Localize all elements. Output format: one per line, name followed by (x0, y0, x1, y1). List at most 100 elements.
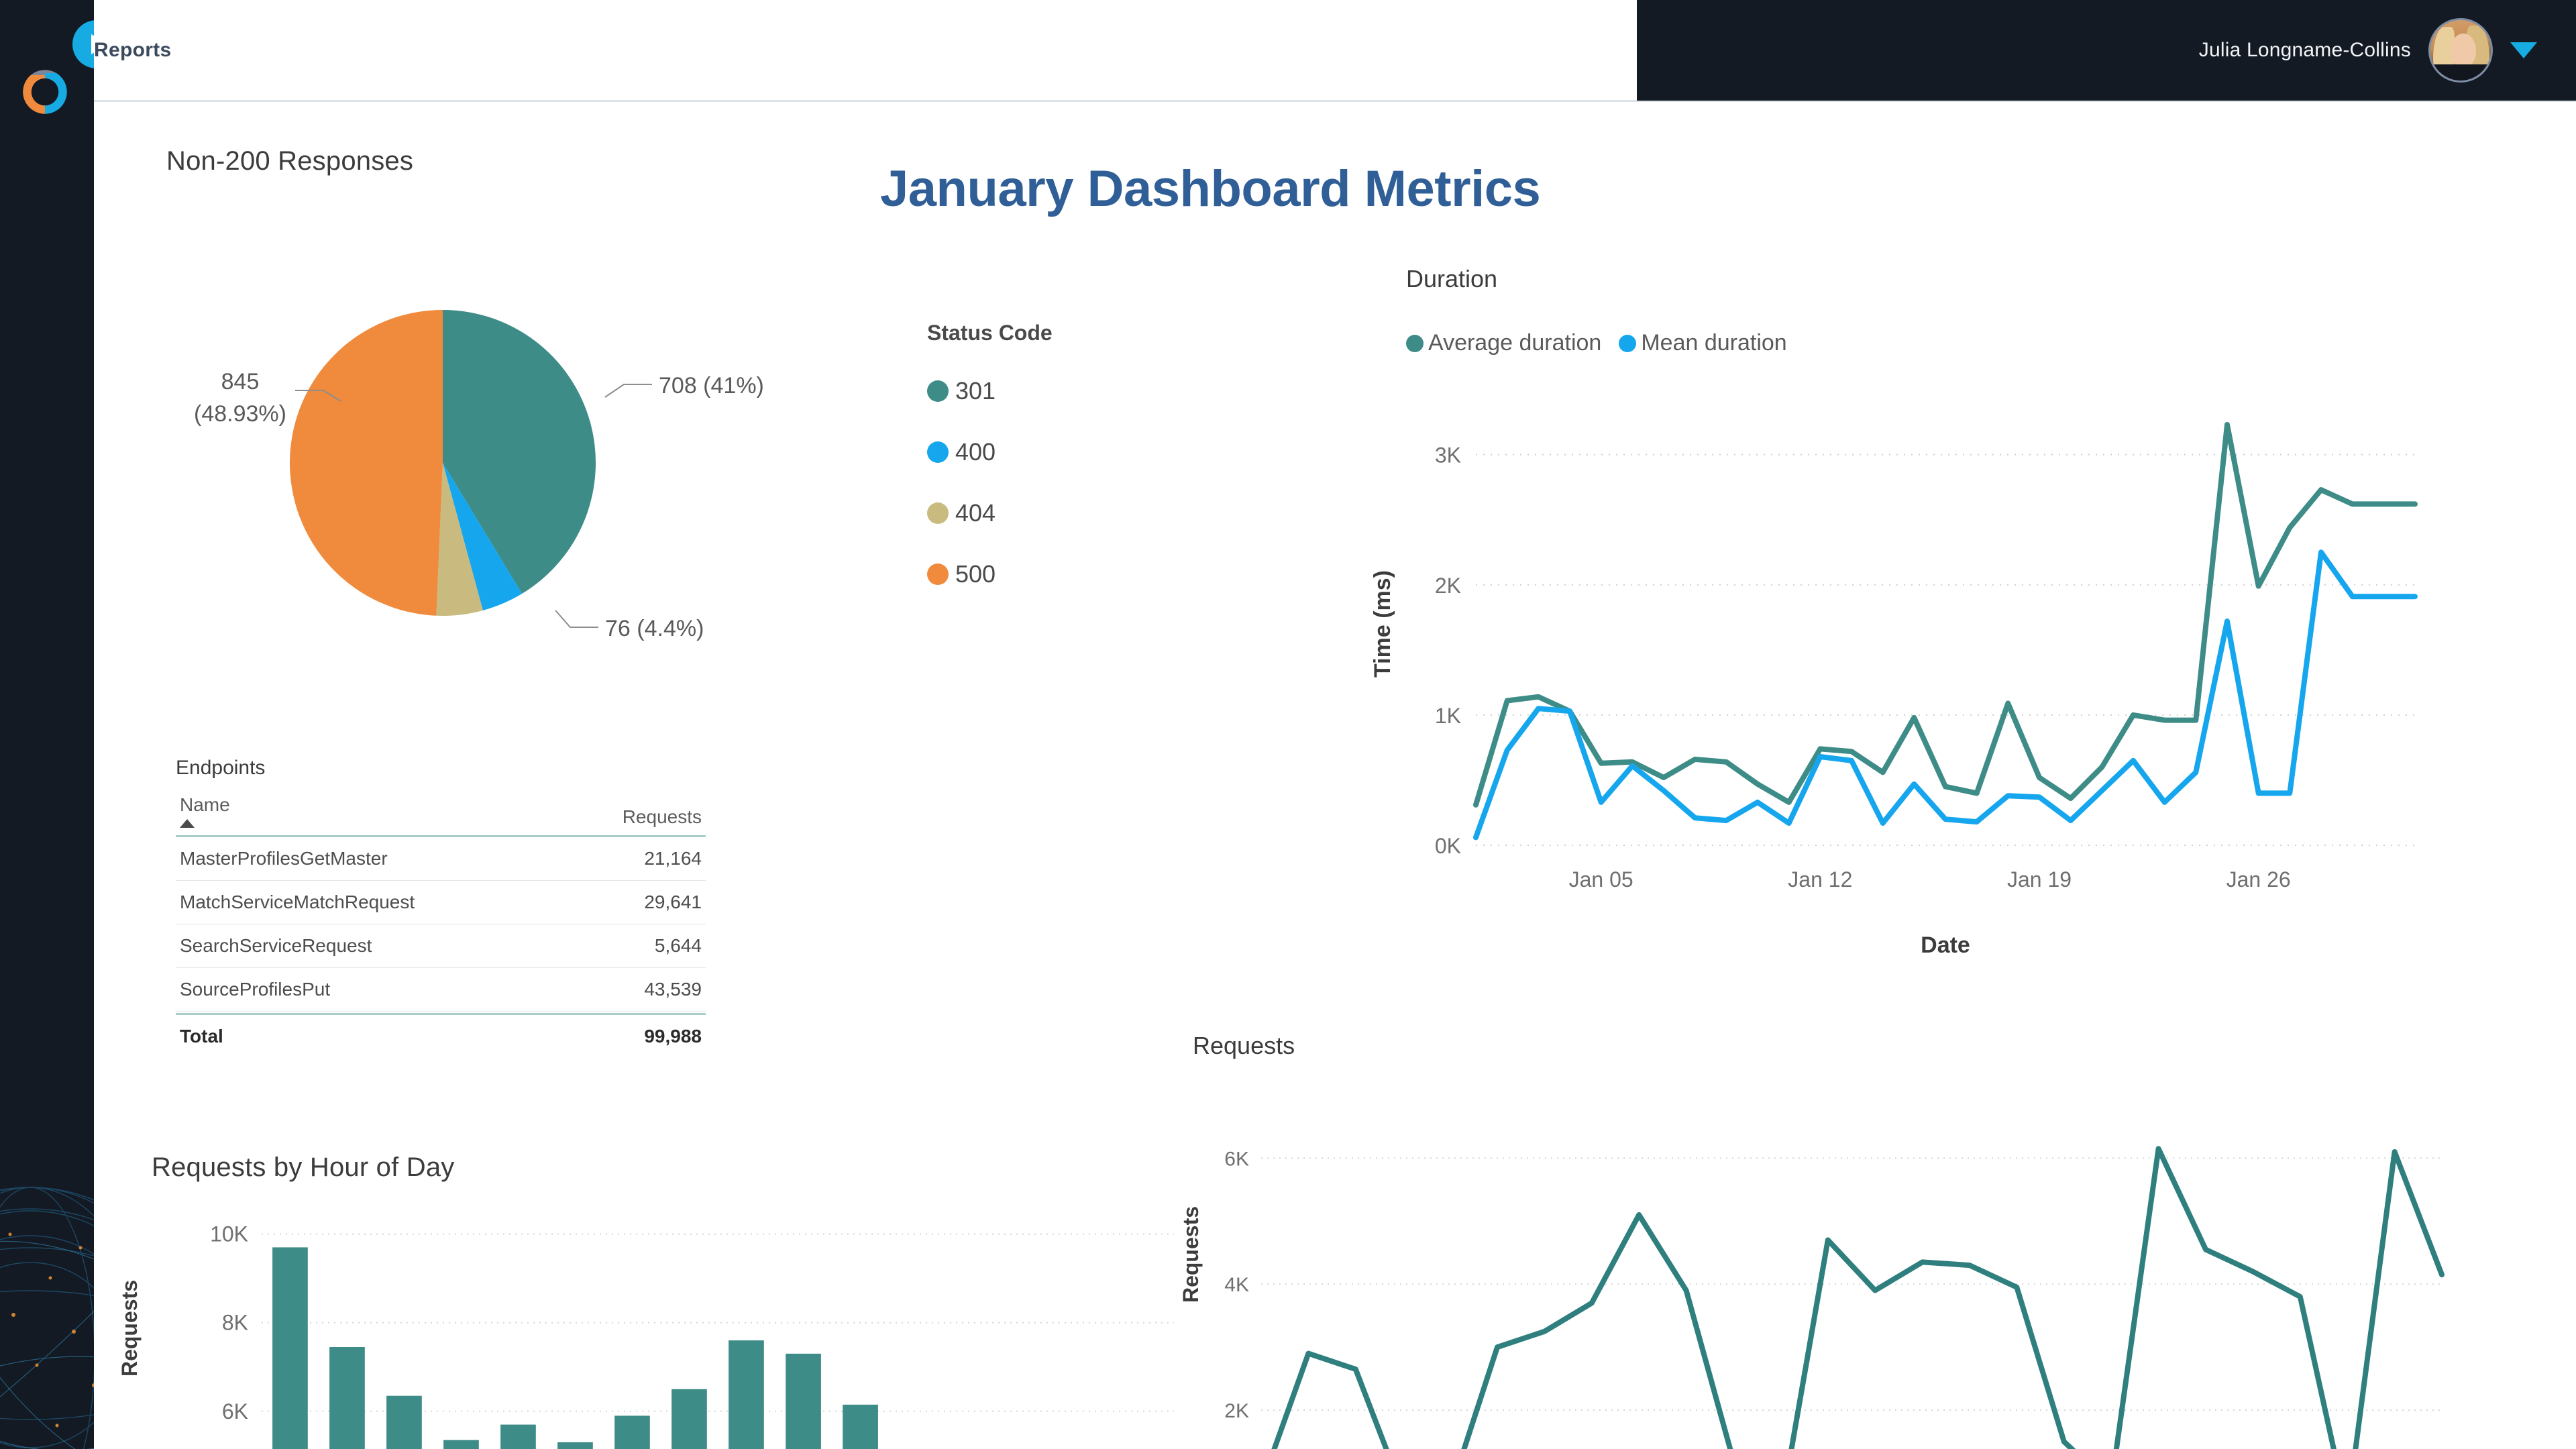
bar[interactable] (443, 1440, 479, 1449)
left-rail (0, 0, 94, 1449)
y-tick-label: 6K (222, 1399, 248, 1424)
y-tick-label: 10K (210, 1222, 248, 1246)
legend-label-400: 400 (955, 437, 996, 466)
legend-swatch-301 (927, 380, 949, 402)
duration-title: Duration (1406, 265, 1498, 292)
table-row[interactable]: SourceProfilesPut 43,539 (176, 967, 706, 1012)
bar[interactable] (729, 1340, 764, 1449)
column-header-name[interactable]: Name (176, 794, 566, 833)
bar[interactable] (672, 1389, 707, 1449)
total-value: 99,988 (644, 1025, 702, 1046)
endpoints-title: Endpoints (176, 757, 266, 779)
duration-svg: 0K 1K 2K 3K Jan 05 Jan 12 Jan 19 Jan 26 Date Time… (1370, 422, 2418, 958)
table-row[interactable]: MasterProfilesGetMaster 21,164 (176, 836, 706, 881)
bar[interactable] (843, 1404, 878, 1449)
pie-label-500-percent: (48.93%) (194, 401, 286, 427)
cell-endpoint-requests: 21,164 (565, 836, 706, 881)
cell-endpoint-name: MatchServiceMatchRequest (176, 880, 566, 924)
column-header-name-label: Name (180, 794, 230, 815)
cell-endpoint-name: SearchServiceRequest (176, 924, 566, 968)
y-tick-label: 2K (1435, 574, 1461, 598)
y-tick-label: 4K (1224, 1274, 1249, 1296)
endpoints-panel: Endpoints Name Requests MasterProfilesGe… (176, 757, 706, 1058)
total-label: Total (180, 1025, 223, 1046)
legend-item-301[interactable]: 301 (927, 360, 1053, 421)
pie-leader-400 (555, 610, 598, 628)
pie-slice-500[interactable] (290, 310, 443, 616)
y-tick-label: 0K (1435, 834, 1461, 858)
y-tick-label: 3K (1435, 443, 1461, 468)
column-header-requests[interactable]: Requests (566, 794, 706, 833)
series-line-requests[interactable] (1261, 1146, 2445, 1449)
requests-by-hour-title: Requests by Hour of Day (152, 1152, 455, 1182)
requests-svg: 2K 4K 6K Requests (1179, 1146, 2445, 1449)
table-total-row: Total 99,988 (176, 1014, 706, 1058)
requests-title: Requests (1193, 1032, 1295, 1059)
dashboard-page: Reports Julia Longname-Collins January D… (0, 0, 2576, 1449)
bar[interactable] (386, 1395, 422, 1449)
x-tick-label: Jan 12 (1788, 867, 1852, 892)
legend-label-301: 301 (955, 376, 996, 405)
bar[interactable] (329, 1347, 365, 1449)
bar[interactable] (614, 1415, 650, 1449)
non-200-responses-title: Non-200 Responses (166, 146, 414, 176)
requests-by-hour-svg: 6K 8K 10K Requests (117, 1222, 1174, 1449)
series-line-average-duration[interactable] (1473, 422, 2418, 808)
user-name-label: Julia Longname-Collins (2198, 39, 2411, 61)
avatar[interactable] (2428, 18, 2493, 83)
endpoints-table: Name Requests MasterProfilesGetMaster 21… (176, 794, 706, 1058)
legend-swatch-400 (927, 441, 949, 463)
app-logo[interactable] (19, 66, 71, 118)
duration-legend-item-mean[interactable]: Mean duration (1619, 330, 1787, 356)
bar[interactable] (557, 1442, 593, 1449)
cell-endpoint-name: SourceProfilesPut (176, 967, 566, 1012)
y-tick-label: 6K (1224, 1148, 1249, 1170)
network-globe-decoration (0, 1187, 94, 1449)
pie-label-400: 76 (4.4%) (605, 616, 704, 641)
bar[interactable] (786, 1353, 821, 1449)
requests-line-chart[interactable]: 2K 4K 6K Requests (1161, 1080, 2455, 1449)
table-row[interactable]: MatchServiceMatchRequest 29,641 (176, 880, 706, 924)
non-200-responses-pie-chart[interactable]: 708 (41%) 76 (4.4%) 845 (48.93%) (154, 221, 879, 718)
y-tick-label: 1K (1435, 704, 1461, 728)
play-button-badge[interactable] (72, 20, 94, 68)
cell-endpoint-requests: 5,644 (565, 924, 706, 968)
bar[interactable] (272, 1247, 308, 1449)
legend-item-404[interactable]: 404 (927, 482, 1053, 543)
legend-heading: Status Code (927, 321, 1053, 345)
x-tick-label: Jan 26 (2226, 867, 2291, 892)
legend-label-500: 500 (955, 559, 996, 588)
pie-label-301: 708 (41%) (659, 373, 764, 398)
sort-ascending-icon (180, 819, 195, 828)
duration-legend-label-average: Average duration (1428, 330, 1602, 356)
legend-item-500[interactable]: 500 (927, 543, 1053, 604)
chevron-down-icon[interactable] (2510, 42, 2537, 58)
play-icon (91, 34, 94, 54)
y-axis-label: Requests (1179, 1206, 1203, 1303)
pie-leader-301 (604, 384, 652, 398)
series-line-mean-duration[interactable] (1473, 549, 2418, 841)
x-tick-label: Jan 05 (1569, 867, 1633, 892)
duration-legend-label-mean: Mean duration (1641, 330, 1787, 356)
duration-legend-swatch-mean (1619, 334, 1637, 352)
requests-by-hour-bar-chart[interactable]: 6K 8K 10K Requests (94, 1201, 1187, 1449)
y-axis-label: Time (ms) (1370, 570, 1395, 678)
x-axis-label: Date (1921, 932, 1970, 958)
y-tick-label: 2K (1224, 1400, 1249, 1422)
pie-svg: 708 (41%) 76 (4.4%) 845 (48.93%) (194, 310, 764, 641)
cell-endpoint-requests: 29,641 (565, 880, 706, 924)
duration-line-chart[interactable]: 0K 1K 2K 3K Jan 05 Jan 12 Jan 19 Jan 26 Date Time… (1355, 376, 2455, 966)
pie-label-500-value: 845 (221, 369, 260, 394)
page-title: January Dashboard Metrics (880, 160, 1541, 217)
x-tick-label: Jan 19 (2007, 867, 2072, 892)
duration-legend-item-average[interactable]: Average duration (1406, 330, 1601, 356)
table-row[interactable]: SearchServiceRequest 5,644 (176, 924, 706, 968)
legend-label-404: 404 (955, 498, 996, 527)
y-tick-label: 8K (222, 1311, 248, 1335)
nav-item-reports[interactable]: Reports (94, 39, 171, 62)
bar[interactable] (500, 1424, 536, 1449)
legend-swatch-404 (927, 502, 949, 524)
user-menu[interactable]: Julia Longname-Collins (1637, 0, 2576, 101)
duration-legend: Average duration Mean duration (1406, 330, 1799, 356)
legend-item-400[interactable]: 400 (927, 421, 1053, 482)
